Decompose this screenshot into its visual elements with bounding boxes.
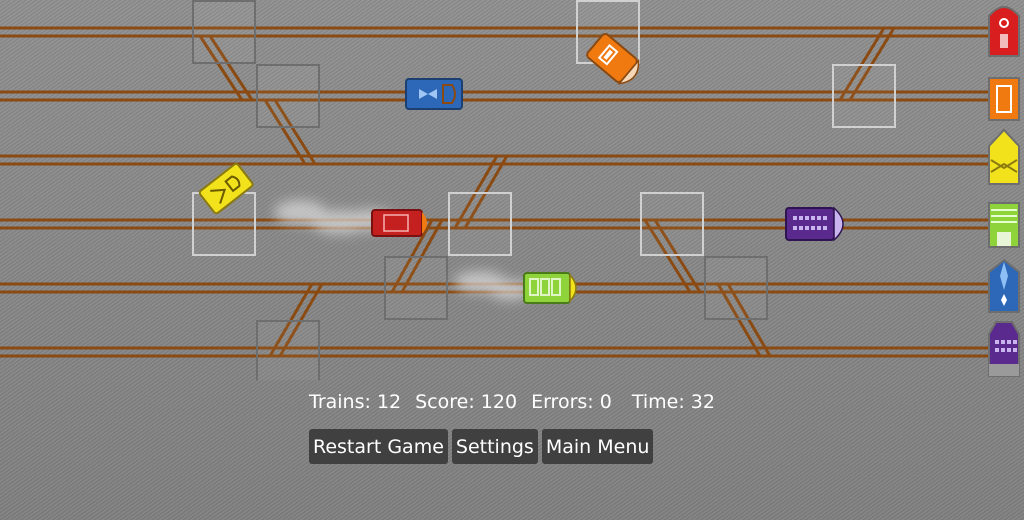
switch-box[interactable] [640,192,704,256]
switch-box[interactable] [448,192,512,256]
switch-box[interactable] [256,320,320,380]
green-train [523,272,577,304]
errors-label: Errors: [531,391,594,413]
yellow-station [988,128,1020,185]
score-label: Score: [415,391,475,413]
status-bar: Trains: 12 Score: 120 Errors: 0 Time: 32 [309,391,729,413]
settings-button[interactable]: Settings [451,429,538,464]
trains-value: 12 [376,391,402,413]
red-station [988,6,1020,57]
switch-box[interactable] [832,64,896,128]
track-1 [0,26,995,38]
blue-station [988,258,1020,313]
errors-value: 0 [599,391,612,413]
switch-box[interactable] [192,0,256,64]
red-train [371,209,427,237]
track-6 [0,346,995,358]
time-counter: Time: 32 [632,391,715,413]
switch-box[interactable] [704,256,768,320]
score-counter: Score: 120 [415,391,517,413]
time-value: 32 [690,391,715,413]
button-row: Restart Game Settings Main Menu [309,429,654,464]
main-menu-button[interactable]: Main Menu [541,429,654,464]
errors-counter: Errors: 0 [531,391,612,413]
orange-station [988,77,1020,121]
score-value: 120 [480,391,518,413]
restart-game-button[interactable]: Restart Game [309,429,448,464]
time-label: Time: [631,391,685,413]
purple-station [988,321,1020,377]
switch-box[interactable] [384,256,448,320]
blue-train [405,78,463,110]
purple-train [785,206,844,242]
rail-board [0,0,1020,380]
green-station [988,202,1020,248]
switch-box[interactable] [256,64,320,128]
trains-label: Trains: [309,391,371,413]
trains-counter: Trains: 12 [309,391,401,413]
